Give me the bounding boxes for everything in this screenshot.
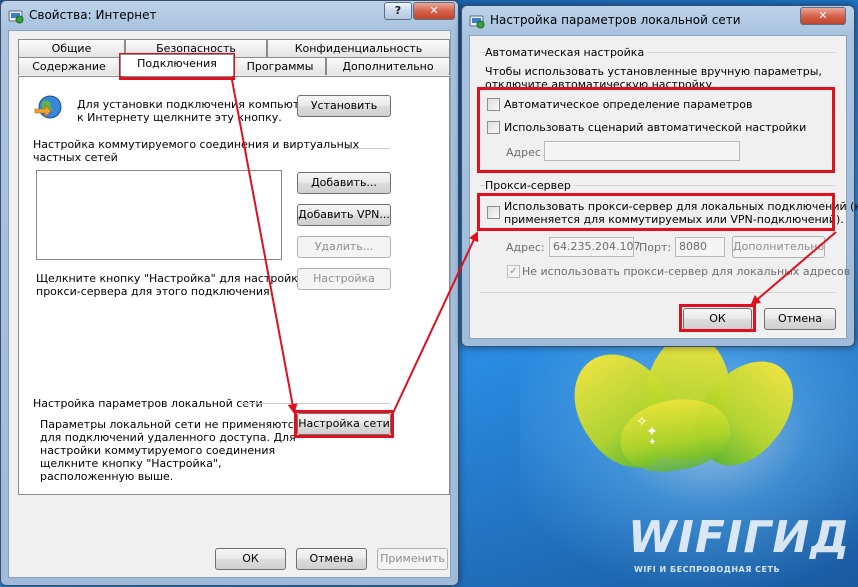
arrow-tab-to-lan-button: [231, 79, 298, 414]
tab-connections[interactable]: Подключения: [120, 54, 234, 76]
arrow-dialog-to-ok: [750, 231, 837, 306]
arrow-lan-button-to-dialog: [392, 231, 479, 414]
guide-arrows: [231, 79, 837, 414]
